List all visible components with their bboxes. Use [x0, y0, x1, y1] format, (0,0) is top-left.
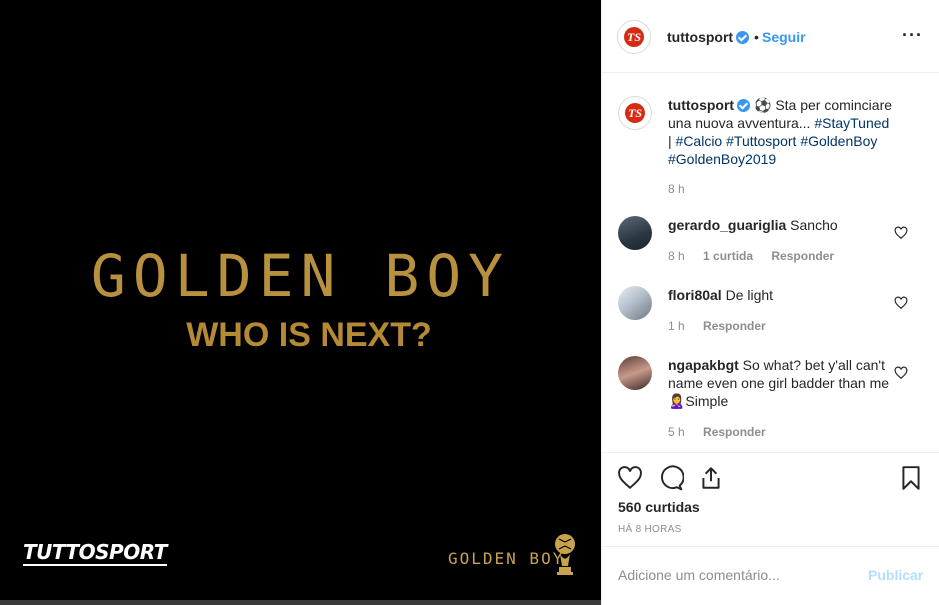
hashtag-link[interactable]: #GoldenBoy [800, 133, 877, 149]
comment-text: flori80al De light [668, 286, 893, 304]
comment-bubble-icon[interactable] [658, 465, 684, 491]
heart-icon[interactable] [894, 296, 908, 310]
reply-button[interactable]: Responder [703, 319, 766, 333]
media-subheadline: WHO IS NEXT? [186, 316, 432, 354]
comment-username[interactable]: gerardo_guariglia [668, 217, 786, 233]
heart-icon[interactable] [894, 226, 908, 240]
like-heart-icon[interactable] [617, 465, 643, 491]
soccer-ball-icon: ⚽ [753, 97, 772, 113]
post-media[interactable]: GOLDEN BOY WHO IS NEXT? TUTTOSPORT GOLDE… [0, 0, 601, 605]
avatar[interactable] [618, 356, 652, 390]
media-headline: GOLDEN BOY [90, 242, 511, 310]
hashtag-link[interactable]: #Tuttosport [726, 133, 796, 149]
avatar[interactable]: TS [617, 20, 651, 54]
media-bottom-strip [0, 600, 601, 605]
add-comment-bar: Publicar [602, 546, 939, 605]
username-text[interactable]: tuttosport [667, 29, 733, 45]
comment-timestamp[interactable]: 5 h [668, 425, 685, 439]
comment-input[interactable] [618, 565, 858, 585]
comment-username[interactable]: ngapakbgt [668, 357, 739, 373]
tuttosport-logo-icon: TS [625, 103, 645, 123]
follow-button[interactable]: Seguir [762, 29, 806, 45]
share-icon[interactable] [698, 465, 724, 491]
comment-meta: 1 h Responder [668, 319, 781, 333]
avatar[interactable]: TS [618, 96, 652, 130]
bookmark-icon[interactable] [898, 465, 924, 491]
post-timestamp[interactable]: HÁ 8 HORAS [618, 524, 682, 535]
caption-timestamp[interactable]: 8 h [668, 182, 685, 196]
hashtag-link[interactable]: #Calcio [676, 133, 723, 149]
trophy-icon [555, 534, 575, 575]
heart-icon[interactable] [894, 366, 908, 380]
publish-button[interactable]: Publicar [868, 567, 923, 583]
caption-separator: | [668, 133, 672, 149]
comments-list[interactable]: TS tuttosport ⚽ Sta per cominciare una n… [602, 74, 939, 452]
caption-time: 8 h [668, 182, 700, 196]
post-side-panel: TS tuttosport • Seguir ··· TS tuttosport… [601, 0, 939, 605]
caption-text: tuttosport ⚽ Sta per cominciare una nuov… [668, 96, 893, 168]
comment-body: De light [725, 287, 774, 303]
caption-username[interactable]: tuttosport [668, 97, 734, 113]
verified-badge-icon [736, 31, 750, 44]
comment-text: gerardo_guariglia Sancho [668, 216, 893, 234]
comment-meta: 5 h Responder [668, 425, 781, 439]
reply-button[interactable]: Responder [771, 249, 834, 263]
hashtag-link[interactable]: #StayTuned [814, 115, 889, 131]
comment-timestamp[interactable]: 8 h [668, 249, 685, 263]
comment-meta: 8 h 1 curtida Responder [668, 249, 849, 263]
likes-count[interactable]: 560 curtidas [618, 499, 700, 515]
post-actions: 560 curtidas HÁ 8 HORAS [602, 452, 939, 546]
tuttosport-logo-icon: TS [624, 27, 644, 47]
post-header: TS tuttosport • Seguir ··· [602, 0, 939, 73]
comment-text: ngapakbgt So what? bet y'all can't name … [668, 356, 893, 410]
separator-dot: • [754, 29, 759, 45]
comment-body: Sancho [790, 217, 838, 233]
reply-button[interactable]: Responder [703, 425, 766, 439]
more-options-icon[interactable]: ··· [902, 26, 923, 44]
golden-boy-corner-logo: GOLDEN BOY [448, 549, 565, 568]
comment-likes-count[interactable]: 1 curtida [703, 249, 753, 263]
avatar[interactable] [618, 216, 652, 250]
comment-timestamp[interactable]: 1 h [668, 319, 685, 333]
header-username[interactable]: tuttosport [667, 29, 750, 45]
verified-badge-icon [737, 99, 751, 112]
tuttosport-watermark-logo: TUTTOSPORT [23, 540, 167, 566]
comment-username[interactable]: flori80al [668, 287, 722, 303]
hashtag-link[interactable]: #GoldenBoy2019 [668, 151, 776, 167]
avatar[interactable] [618, 286, 652, 320]
